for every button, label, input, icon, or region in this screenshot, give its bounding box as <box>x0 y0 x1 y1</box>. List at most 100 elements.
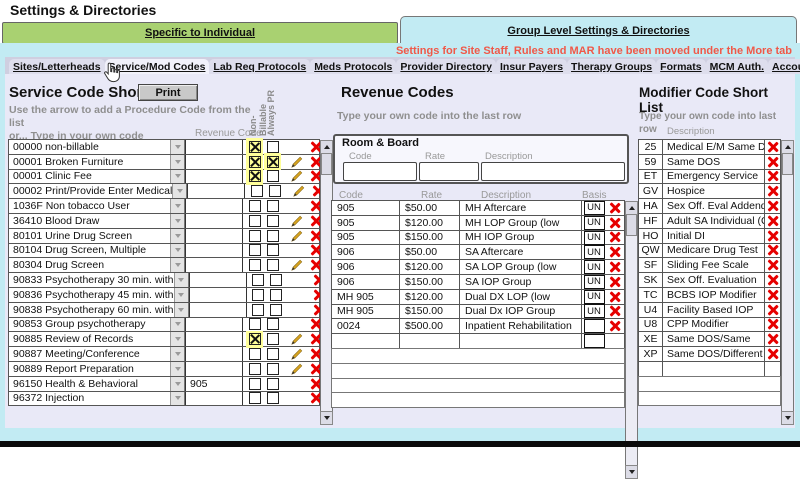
modifier-table-scrollbar[interactable] <box>781 140 794 425</box>
delete-row-button[interactable] <box>765 199 780 213</box>
service-code-combo[interactable]: 80101 Urine Drug Screen <box>9 229 185 243</box>
revenue-code-cell[interactable]: 905 <box>332 201 400 215</box>
non-billable-checkbox[interactable] <box>248 200 261 213</box>
revenue-code-cell[interactable]: 906 <box>332 275 400 289</box>
scroll-up-button[interactable] <box>625 201 638 215</box>
scroll-thumb[interactable] <box>782 153 793 175</box>
always-pr-checkbox[interactable] <box>266 200 279 213</box>
revenue-code-input[interactable] <box>185 199 243 213</box>
modifier-description-cell[interactable]: Same DOS <box>663 155 765 169</box>
always-pr-checkbox[interactable] <box>268 185 281 198</box>
revenue-code-input[interactable] <box>185 347 243 361</box>
combo-dropdown-button[interactable] <box>170 170 184 184</box>
modifier-description-cell[interactable]: Sliding Fee Scale <box>663 258 765 272</box>
revenue-basis-cell[interactable]: UN <box>582 231 606 245</box>
revenue-rate-cell[interactable]: $150.00 <box>400 275 460 289</box>
modifier-description-cell[interactable]: Adult SA Individual (OP) <box>663 214 765 228</box>
revenue-rate-cell[interactable]: $120.00 <box>400 216 460 230</box>
combo-dropdown-button[interactable] <box>170 140 184 154</box>
nav-tab-meds-protocols[interactable]: Meds Protocols <box>310 59 396 74</box>
revenue-table-scrollbar[interactable] <box>625 201 638 479</box>
revenue-description-cell[interactable]: MH IOP Group <box>460 231 582 245</box>
nav-tab-formats[interactable]: Formats <box>656 59 705 74</box>
scroll-up-button[interactable] <box>781 140 794 154</box>
print-button[interactable]: Print <box>138 84 198 101</box>
edit-pencil-icon[interactable] <box>287 348 307 360</box>
delete-row-button[interactable] <box>606 275 623 289</box>
non-billable-checkbox[interactable] <box>252 288 265 301</box>
non-billable-checkbox[interactable] <box>248 377 261 390</box>
revenue-description-cell[interactable]: MH Aftercare <box>460 201 582 215</box>
edit-pencil-icon[interactable] <box>287 363 307 375</box>
revenue-basis-cell[interactable] <box>582 334 606 348</box>
delete-row-button[interactable] <box>765 155 780 169</box>
combo-dropdown-button[interactable] <box>174 273 188 287</box>
modifier-code-cell[interactable]: U4 <box>639 303 663 317</box>
revenue-basis-cell[interactable]: UN <box>582 216 606 230</box>
non-billable-checkbox[interactable] <box>248 155 261 168</box>
scroll-up-button[interactable] <box>320 140 333 154</box>
always-pr-checkbox[interactable] <box>266 259 279 272</box>
modifier-code-cell[interactable]: HF <box>639 214 663 228</box>
non-billable-checkbox[interactable] <box>248 214 261 227</box>
service-code-combo[interactable]: 80304 Drug Screen <box>9 258 185 272</box>
empty-revenue-row[interactable] <box>331 363 625 379</box>
delete-row-button[interactable] <box>765 244 780 258</box>
combo-dropdown-button[interactable] <box>170 244 184 258</box>
revenue-rate-cell[interactable]: $500.00 <box>400 319 460 333</box>
service-code-combo[interactable]: 90836 Psychotherapy 45 min. with <box>9 288 189 302</box>
scroll-thumb[interactable] <box>321 153 332 175</box>
service-code-combo[interactable]: 90887 Meeting/Conference <box>9 347 185 361</box>
revenue-code-input[interactable] <box>185 392 243 406</box>
nav-tab-accounts[interactable]: Accounts <box>768 59 800 74</box>
revenue-code-cell[interactable]: 906 <box>332 260 400 274</box>
revenue-code-cell[interactable]: MH 905 <box>332 290 400 304</box>
revenue-rate-cell[interactable]: $50.00 <box>400 201 460 215</box>
revenue-description-cell[interactable] <box>460 334 582 348</box>
revenue-description-cell[interactable]: SA LOP Group (low <box>460 260 582 274</box>
always-pr-checkbox[interactable] <box>266 377 279 390</box>
modifier-description-cell[interactable]: Same DOS/Same <box>663 332 765 346</box>
delete-row-button[interactable] <box>606 216 623 230</box>
revenue-code-input[interactable] <box>189 288 247 302</box>
service-code-combo[interactable]: 90833 Psychotherapy 30 min. with <box>9 273 189 287</box>
combo-dropdown-button[interactable] <box>170 258 184 272</box>
modifier-description-cell[interactable]: Hospice <box>663 184 765 198</box>
delete-row-button[interactable] <box>606 290 623 304</box>
always-pr-checkbox[interactable] <box>270 303 283 316</box>
always-pr-checkbox[interactable] <box>266 155 279 168</box>
non-billable-checkbox[interactable] <box>252 274 265 287</box>
always-pr-checkbox[interactable] <box>266 140 279 153</box>
combo-dropdown-button[interactable] <box>170 155 184 169</box>
always-pr-checkbox[interactable] <box>270 288 283 301</box>
tab-group-level-settings[interactable]: Group Level Settings & Directories <box>400 16 797 44</box>
revenue-code-input[interactable] <box>185 244 243 258</box>
delete-row-button[interactable] <box>765 140 780 154</box>
empty-revenue-row[interactable] <box>331 392 625 408</box>
combo-dropdown-button[interactable] <box>170 362 184 376</box>
modifier-description-cell[interactable]: Initial DI <box>663 229 765 243</box>
basis-box[interactable]: UN <box>584 290 605 304</box>
service-code-combo[interactable]: 90838 Psychotherapy 60 min. with <box>9 303 189 317</box>
edit-pencil-icon[interactable] <box>287 259 307 271</box>
revenue-description-cell[interactable]: SA Aftercare <box>460 245 582 259</box>
basis-box[interactable]: UN <box>584 304 605 318</box>
rb-code-input[interactable] <box>343 162 417 181</box>
modifier-description-cell[interactable]: Medicare Drug Test <box>663 244 765 258</box>
modifier-description-cell[interactable] <box>663 362 765 376</box>
non-billable-checkbox[interactable] <box>248 362 261 375</box>
basis-box[interactable] <box>584 334 605 348</box>
empty-revenue-row[interactable] <box>331 378 625 394</box>
always-pr-checkbox[interactable] <box>266 214 279 227</box>
modifier-description-cell[interactable]: Medical E/M Same DOS <box>663 140 765 154</box>
always-pr-checkbox[interactable] <box>266 392 279 405</box>
modifier-code-cell[interactable]: SF <box>639 258 663 272</box>
delete-row-button[interactable] <box>606 245 623 259</box>
non-billable-checkbox[interactable] <box>248 170 261 183</box>
modifier-description-cell[interactable]: Sex Off. Eval Addend. <box>663 199 765 213</box>
delete-row-button[interactable] <box>765 184 780 198</box>
revenue-description-cell[interactable]: Dual Dx IOP Group <box>460 305 582 319</box>
modifier-code-cell[interactable]: TC <box>639 288 663 302</box>
revenue-code-input[interactable] <box>185 332 243 346</box>
nav-tab-lab-req-protocols[interactable]: Lab Req Protocols <box>209 59 310 74</box>
